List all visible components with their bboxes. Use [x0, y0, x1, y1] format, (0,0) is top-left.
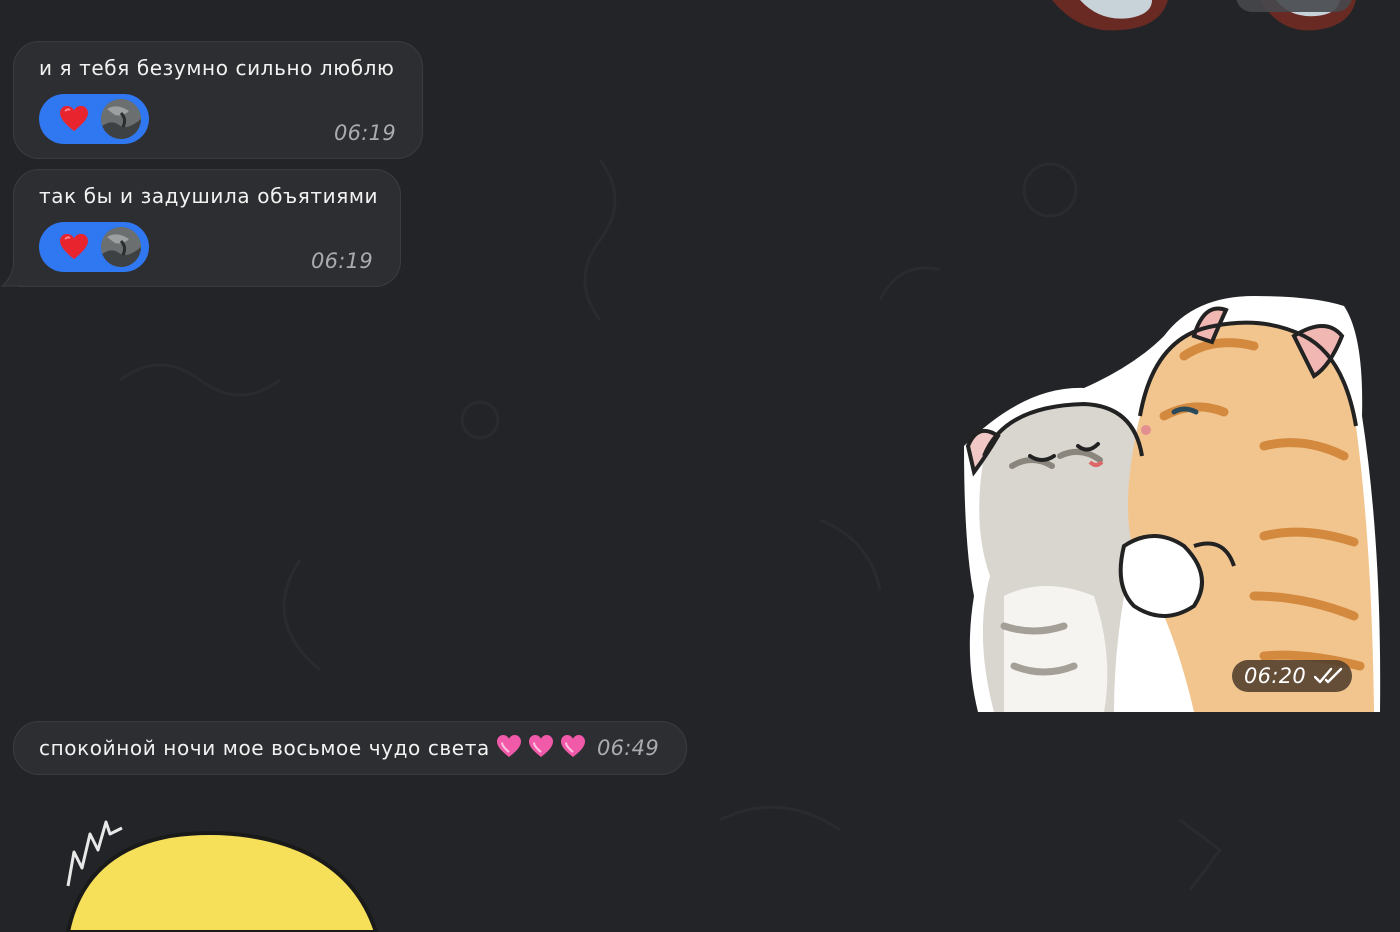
bubble-tail — [0, 262, 22, 287]
pink-heart-emoji-icon — [528, 735, 553, 757]
reaction-chip[interactable] — [39, 222, 149, 272]
reactor-avatar — [101, 99, 141, 139]
incoming-message[interactable]: так бы и задушила объятиями 06:19 — [13, 169, 401, 287]
heart-reaction-icon — [60, 105, 88, 132]
cats-hug-sticker[interactable]: 06:20 — [964, 296, 1382, 712]
reactor-avatar — [101, 227, 141, 267]
message-time: 06:19 — [333, 121, 396, 145]
message-text: спокойной ночи мое восьмое чудо света — [39, 734, 586, 760]
incoming-message[interactable]: спокойной ночи мое восьмое чудо света 06… — [13, 721, 687, 775]
reaction-chip[interactable] — [39, 94, 149, 144]
previous-sticker-fragment[interactable] — [1040, 0, 1180, 34]
pink-heart-emoji-icon — [560, 735, 585, 757]
message-text: и я тебя безумно сильно люблю — [39, 56, 395, 80]
message-text: так бы и задушила объятиями — [39, 184, 379, 208]
heart-reaction-icon — [60, 233, 88, 260]
yellow-sticker-fragment[interactable] — [60, 812, 390, 932]
incoming-message[interactable]: и я тебя безумно сильно люблю 06:19 — [13, 41, 423, 159]
message-time: 06:49 — [596, 736, 659, 760]
sticker-time-badge: 06:20 — [1232, 660, 1352, 692]
read-checkmarks-icon — [1314, 667, 1343, 684]
pink-heart-emoji-icon — [496, 735, 521, 757]
sticker-image — [964, 296, 1381, 712]
sticker-time: 06:20 — [1244, 664, 1307, 688]
message-time: 06:19 — [310, 249, 373, 273]
message-body: спокойной ночи мое восьмое чудо света — [39, 736, 490, 760]
previous-sticker-time-badge — [1236, 0, 1352, 12]
chat-history[interactable]: и я тебя безумно сильно люблю 06:19 так … — [0, 0, 1400, 932]
